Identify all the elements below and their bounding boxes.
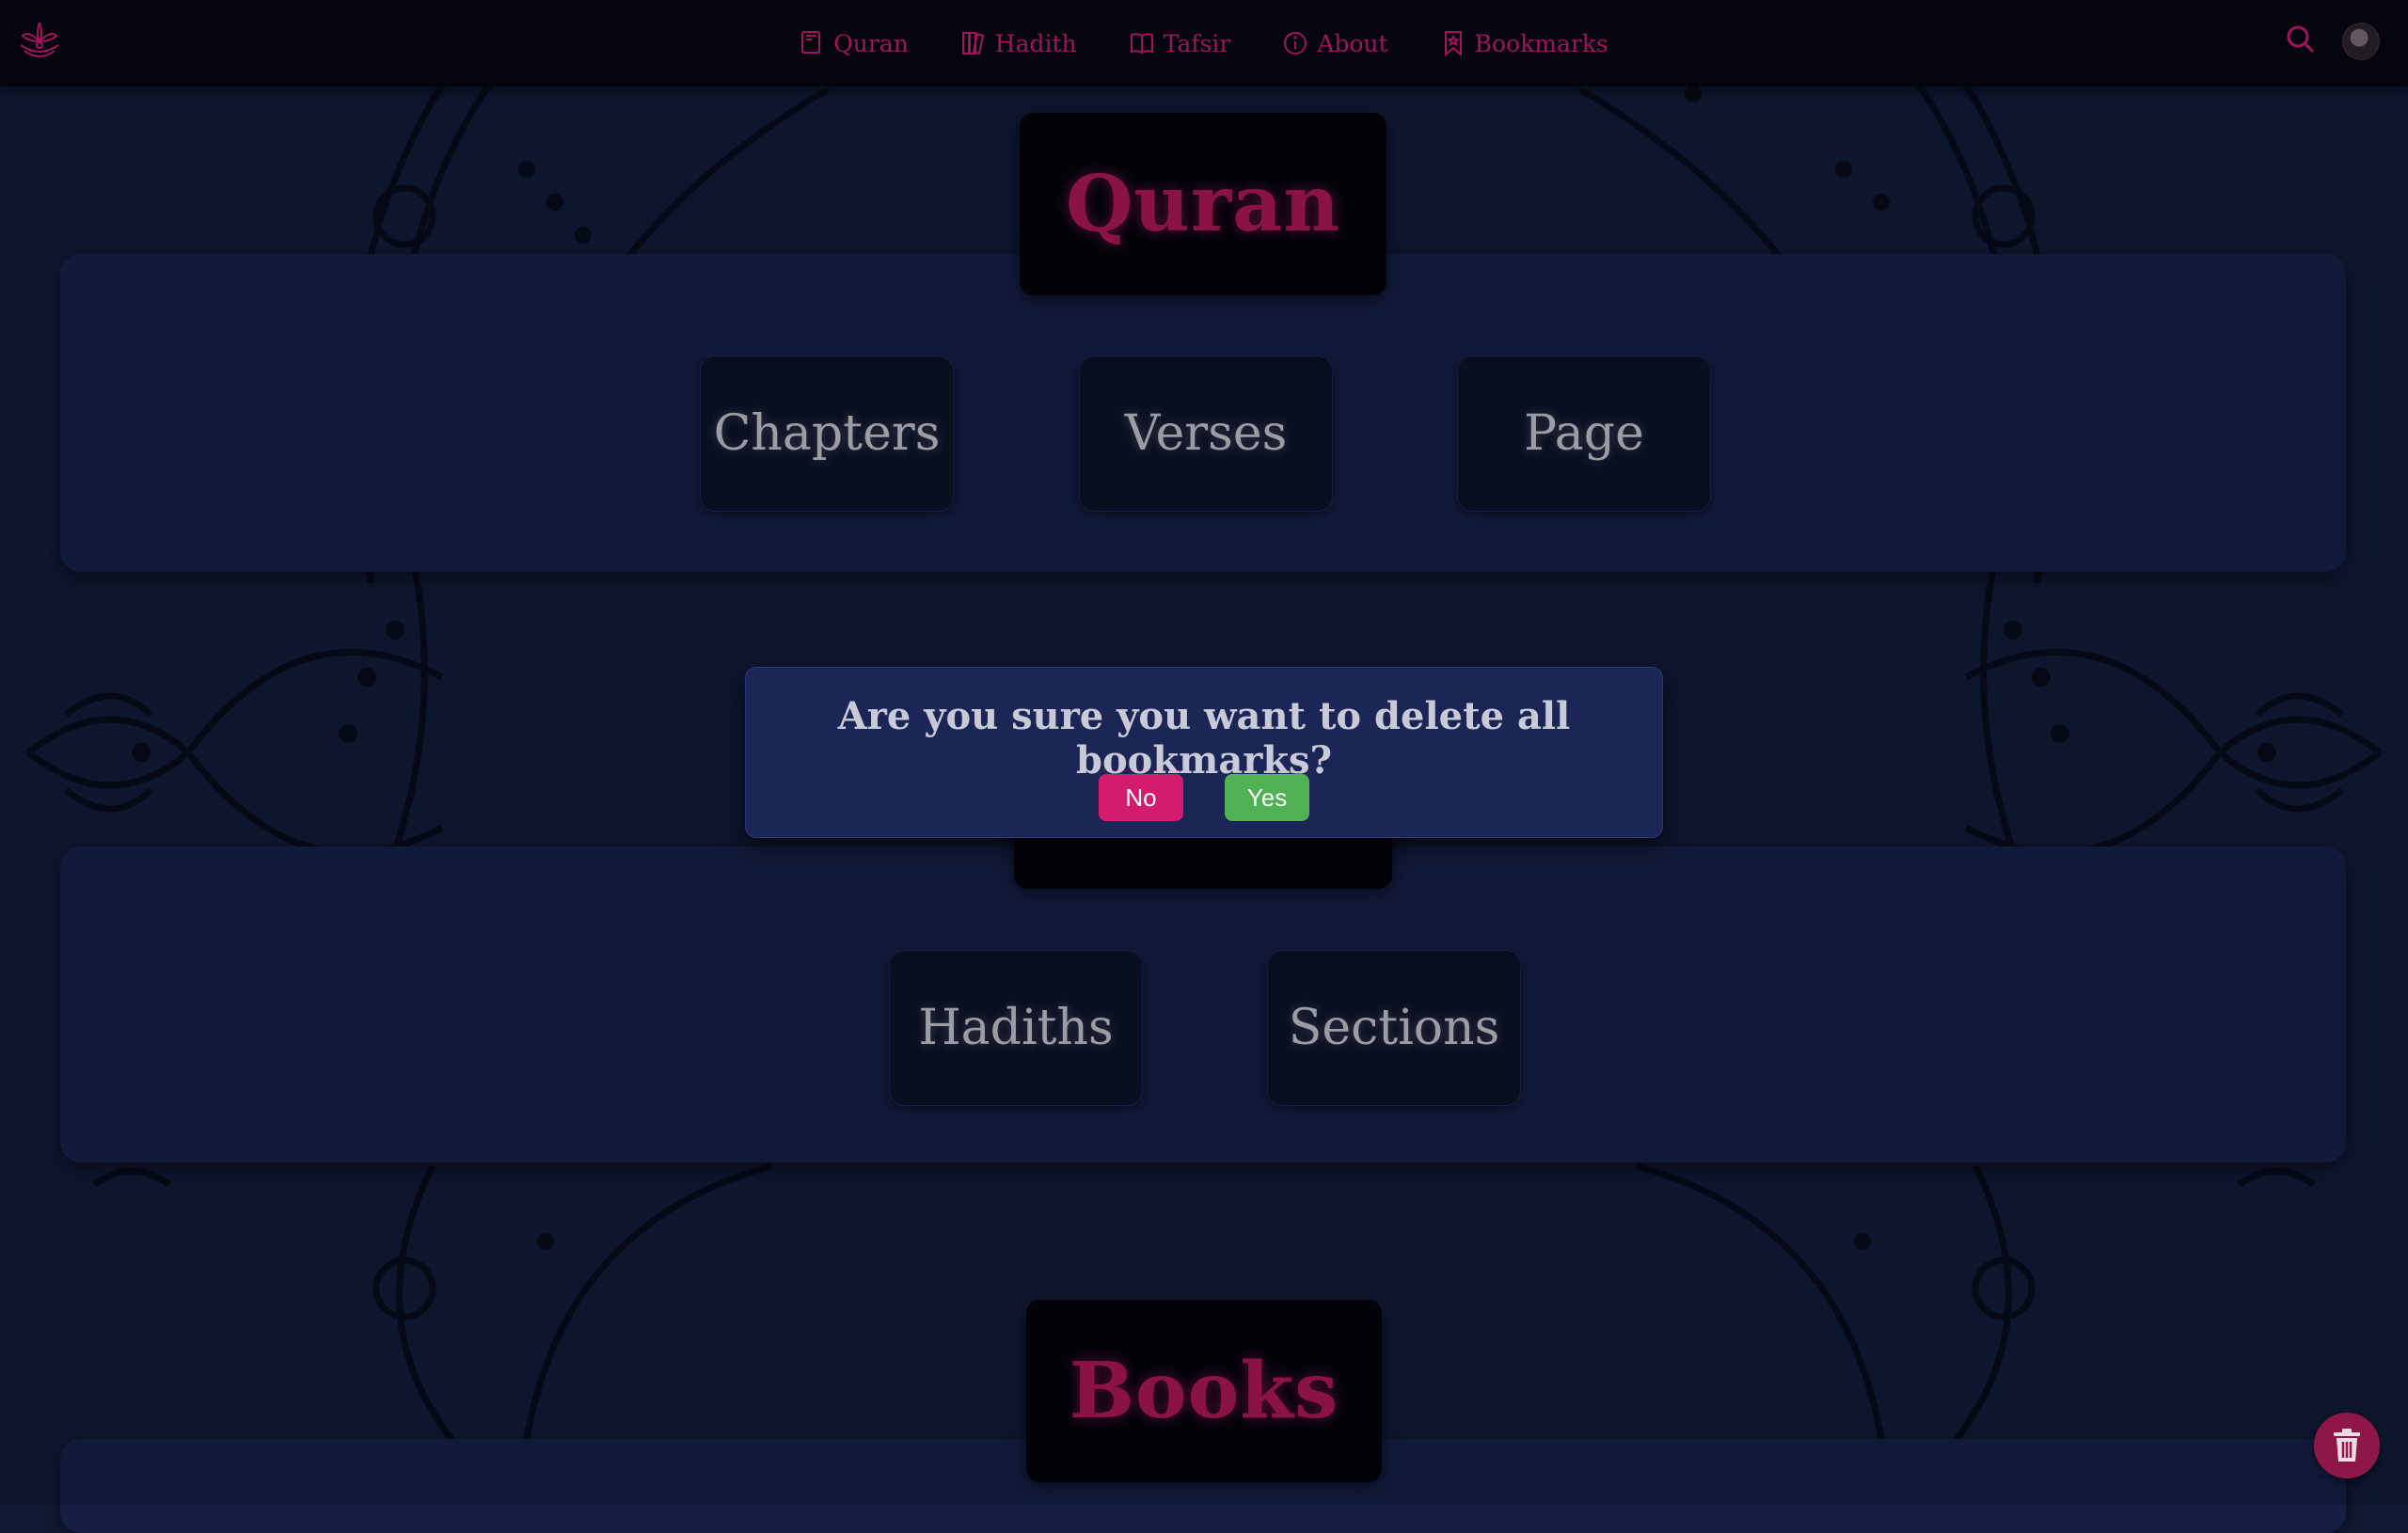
search-button[interactable]	[2286, 24, 2316, 58]
sections-button[interactable]: Sections	[1267, 950, 1521, 1106]
nav-tafsir-label: Tafsir	[1163, 29, 1231, 57]
books-section-title: Books	[1069, 1346, 1339, 1436]
bookmark-icon	[1444, 31, 1462, 56]
page-button[interactable]: Page	[1457, 356, 1711, 512]
quran-section-title-box: Quran	[1020, 113, 1386, 295]
no-button[interactable]: No	[1099, 774, 1183, 821]
delete-bookmarks-dialog: Are you sure you want to delete all book…	[745, 667, 1663, 838]
nav-hadith[interactable]: Hadith	[961, 30, 1077, 57]
main-navigation: Quran Hadith Tafsir About Bookmarks	[0, 0, 2408, 87]
nav-hadith-label: Hadith	[994, 29, 1077, 57]
search-icon	[2287, 25, 2315, 54]
top-navbar: Quran Hadith Tafsir About Bookmarks	[0, 0, 2408, 87]
yes-button[interactable]: Yes	[1225, 774, 1309, 821]
chapters-button[interactable]: Chapters	[700, 356, 954, 512]
nav-bookmarks-label: Bookmarks	[1474, 29, 1608, 57]
user-avatar[interactable]	[2342, 23, 2380, 60]
open-book-icon	[1130, 33, 1153, 55]
nav-actions	[2286, 23, 2380, 60]
nav-about-label: About	[1317, 29, 1388, 57]
info-icon	[1284, 32, 1307, 55]
trash-icon	[2334, 1429, 2360, 1462]
quran-book-icon	[801, 31, 821, 54]
nav-tafsir[interactable]: Tafsir	[1130, 29, 1231, 57]
quran-section-title: Quran	[1066, 159, 1340, 249]
hadiths-button[interactable]: Hadiths	[889, 950, 1143, 1106]
books-section-title-box: Books	[1026, 1300, 1382, 1482]
nav-quran[interactable]: Quran	[800, 30, 909, 57]
dialog-message: Are you sure you want to delete all book…	[837, 694, 1571, 782]
nav-about[interactable]: About	[1283, 29, 1388, 57]
delete-all-bookmarks-button[interactable]	[2314, 1413, 2380, 1478]
verses-button[interactable]: Verses	[1079, 356, 1333, 512]
hadith-panel: Hadiths Sections	[60, 846, 2346, 1162]
books-icon	[961, 32, 984, 55]
nav-quran-label: Quran	[833, 29, 909, 57]
quran-panel: Chapters Verses Page	[60, 254, 2346, 572]
nav-bookmarks[interactable]: Bookmarks	[1441, 30, 1608, 57]
